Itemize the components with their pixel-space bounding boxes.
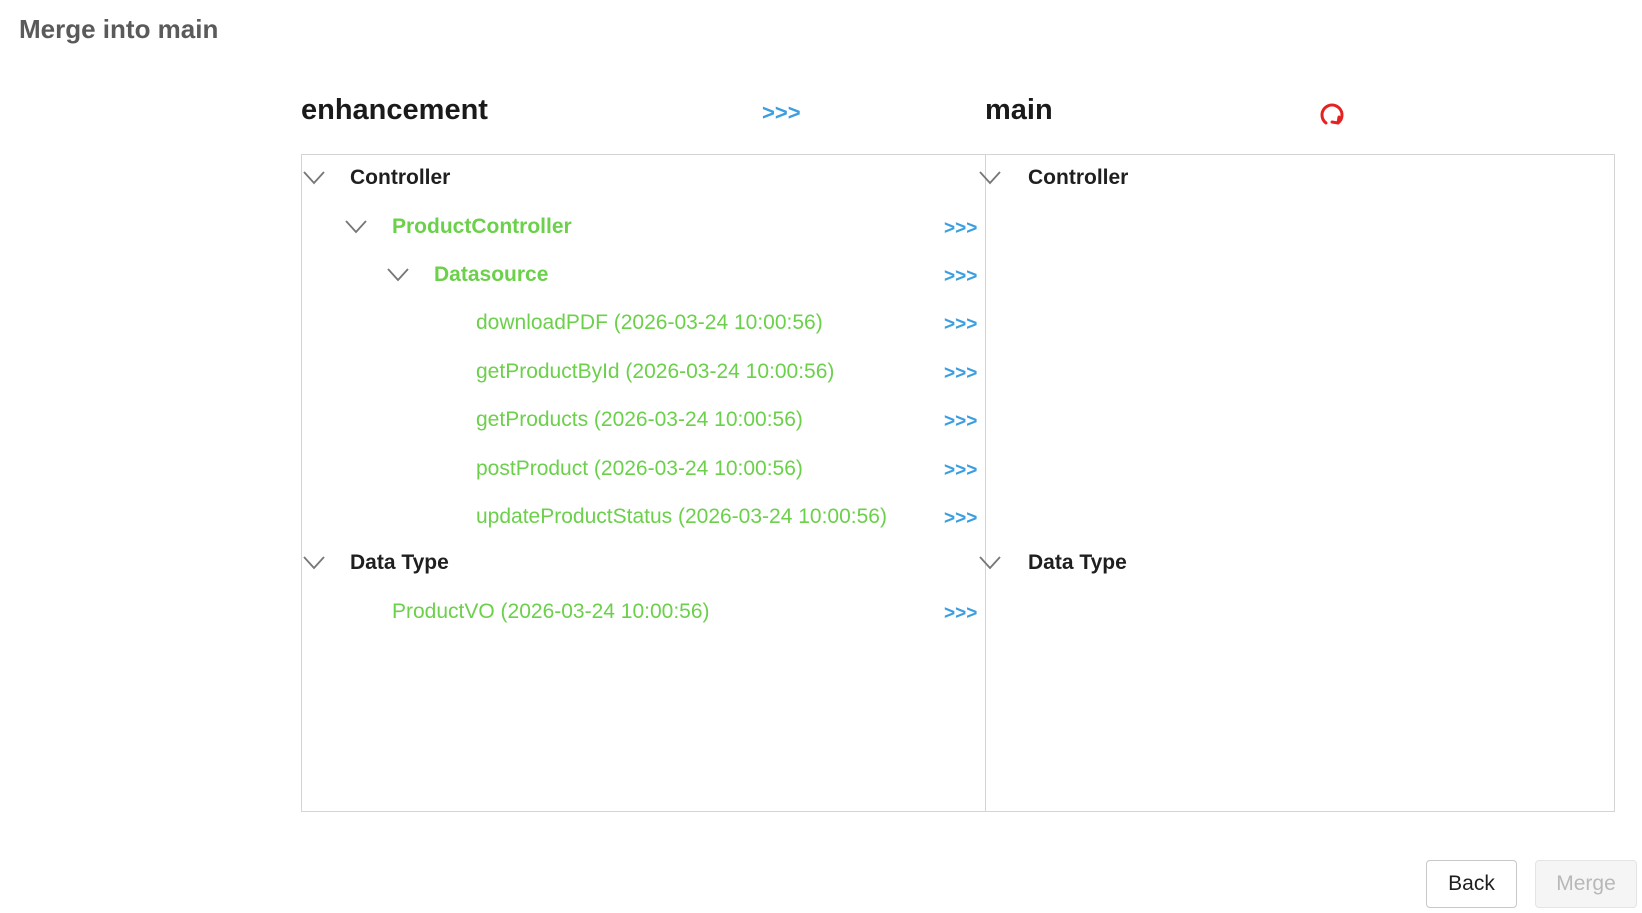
merge-item-button[interactable]: >>> [944,407,977,437]
target-tree-panel [985,154,1615,812]
merge-item-button[interactable]: >>> [944,262,977,292]
merge-item-button[interactable]: >>> [944,214,977,244]
merge-item-button[interactable]: >>> [944,359,977,389]
source-tree-item[interactable]: ProductController [392,212,572,242]
source-tree-item[interactable]: Datasource [434,260,548,290]
source-tree-item[interactable]: getProductById (2026-03-24 10:00:56) [476,357,834,387]
chevron-down-icon[interactable] [302,555,326,571]
target-branch-title: main [985,94,1053,126]
source-tree-item[interactable]: postProduct (2026-03-24 10:00:56) [476,454,803,484]
chevron-down-icon[interactable] [978,555,1002,571]
chevron-down-icon[interactable] [386,267,410,283]
page-title: Merge into main [19,14,219,44]
merge-item-button[interactable]: >>> [944,310,977,340]
merge-button[interactable]: Merge [1535,860,1637,908]
back-button[interactable]: Back [1426,860,1517,908]
target-tree-item-controller[interactable]: Controller [1028,163,1128,193]
source-branch-title: enhancement [301,94,488,126]
chevron-down-icon[interactable] [978,170,1002,186]
source-tree-item[interactable]: Data Type [350,548,449,578]
source-tree-item[interactable]: updateProductStatus (2026-03-24 10:00:56… [476,502,887,532]
source-tree-item[interactable]: getProducts (2026-03-24 10:00:56) [476,405,803,435]
merge-item-button[interactable]: >>> [944,456,977,486]
refresh-icon[interactable] [1317,100,1347,130]
merge-item-button[interactable]: >>> [944,504,977,534]
source-tree-item[interactable]: ProductVO (2026-03-24 10:00:56) [392,597,710,627]
chevron-down-icon[interactable] [302,170,326,186]
chevron-down-icon[interactable] [344,219,368,235]
source-tree-item[interactable]: Controller [350,163,450,193]
merge-all-button[interactable]: >>> [762,100,801,126]
source-tree-item[interactable]: downloadPDF (2026-03-24 10:00:56) [476,308,823,338]
merge-item-button[interactable]: >>> [944,599,977,629]
target-tree-item-data-type[interactable]: Data Type [1028,548,1127,578]
